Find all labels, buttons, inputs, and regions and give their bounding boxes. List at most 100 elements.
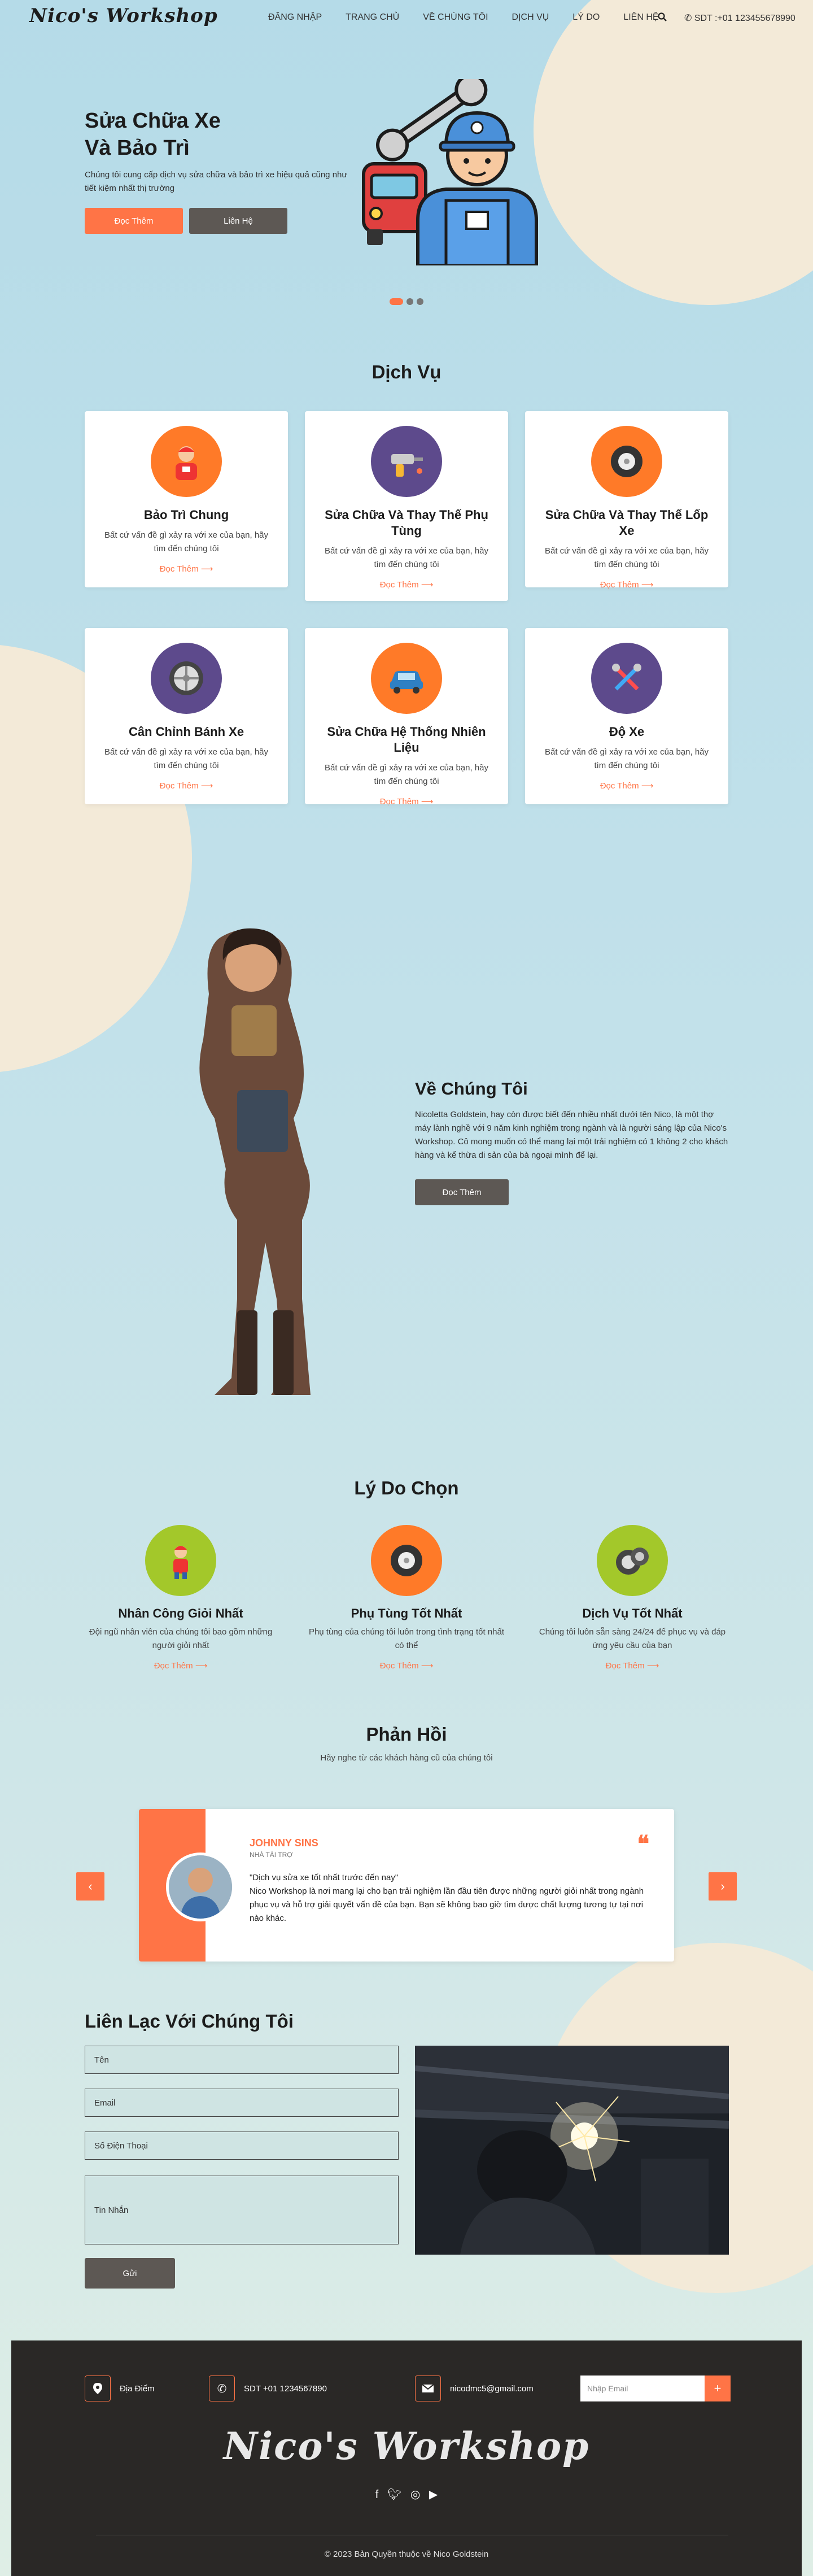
reason-item: Nhân Công Giỏi Nhất Đội ngũ nhân viên củ… [68, 1525, 294, 1671]
header-phone-text: SDT :+01 123455678990 [694, 14, 795, 23]
site-logo[interactable]: Nico's Workshop [29, 5, 218, 27]
footer-logo[interactable]: Nico's Workshop [11, 2424, 802, 2468]
testimonial-quote: "Dịch vụ sửa xe tốt nhất trước đến nay" [250, 1873, 399, 1882]
about-title: Về Chúng Tôi [415, 1079, 528, 1099]
carousel-dot[interactable] [390, 298, 403, 305]
phone-icon: ✆ [209, 2376, 235, 2401]
newsletter-submit-button[interactable]: + [705, 2376, 731, 2401]
service-text: Bất cứ vấn đề gì xảy ra với xe của bạn, … [324, 546, 489, 569]
service-text: Bất cứ vấn đề gì xảy ra với xe của bạn, … [104, 747, 269, 770]
testimonial-card: JOHNNY SINS NHÀ TÀI TRỢ ❝ "Dịch vụ sửa x… [139, 1809, 674, 1962]
service-read-more-link[interactable]: Đọc Thêm ⟶ [305, 579, 508, 590]
reason-text: Đội ngũ nhân viên của chúng tôi bao gồm … [89, 1627, 273, 1650]
prev-arrow-button[interactable]: ‹ [76, 1872, 104, 1901]
reason-read-more-link[interactable]: Đọc Thêm ⟶ [519, 1660, 745, 1671]
services-title: Dịch Vụ [371, 361, 442, 382]
service-read-more-link[interactable]: Đọc Thêm ⟶ [305, 796, 508, 807]
service-read-more-link[interactable]: Đọc Thêm ⟶ [525, 579, 728, 590]
twitter-icon[interactable]: 🐦︎ [387, 2488, 401, 2501]
reason-read-more-link[interactable]: Đọc Thêm ⟶ [294, 1660, 519, 1671]
mechanic-illustration [362, 79, 538, 265]
testimonial-text: "Dịch vụ sửa xe tốt nhất trước đến nay" … [250, 1871, 645, 1925]
wheels-icon [597, 1525, 668, 1596]
service-card: Sửa Chữa Và Thay Thế Phụ Tùng Bất cứ vấn… [305, 411, 508, 601]
service-card: Cân Chỉnh Bánh Xe Bất cứ vấn đề gì xảy r… [85, 628, 288, 804]
search-icon[interactable] [658, 12, 667, 24]
footer-location-text: Địa Điểm [120, 2383, 155, 2394]
welding-photo [415, 2046, 729, 2255]
footer-location[interactable]: Địa Điểm [85, 2376, 155, 2401]
reason-item: Dịch Vụ Tốt Nhất Chúng tôi luôn sẵn sàng… [519, 1525, 745, 1671]
hero-contact-button[interactable]: Liên Hệ [189, 208, 287, 234]
email-field[interactable]: Email [85, 2089, 399, 2117]
tire-icon [371, 1525, 442, 1596]
social-links: f 🐦︎ ◎ ▶ [11, 2487, 802, 2501]
nav-reasons[interactable]: LÝ DO [572, 12, 600, 23]
footer-email[interactable]: nicodmc5@gmail.com [415, 2376, 534, 2401]
hero-carousel-dots [390, 298, 423, 305]
avatar [166, 1853, 235, 1921]
name-field[interactable]: Tên [85, 2046, 399, 2074]
carousel-dot[interactable] [417, 298, 423, 305]
service-title: Độ Xe [609, 725, 645, 739]
tools-icon [591, 643, 662, 714]
reasons-title: Lý Do Chọn [354, 1477, 459, 1498]
footer-phone[interactable]: ✆ SDT +01 1234567890 [209, 2376, 327, 2401]
newsletter-email-input[interactable]: Nhập Email [580, 2376, 706, 2401]
hero-read-more-button[interactable]: Đọc Thêm [85, 208, 183, 234]
location-pin-icon [85, 2376, 111, 2401]
phone-icon: ✆ [684, 14, 692, 23]
header: Nico's Workshop ĐĂNG NHẬP TRANG CHỦ VỀ C… [0, 0, 813, 37]
message-field[interactable]: Tin Nhắn [85, 2176, 399, 2244]
service-card: Sửa Chữa Hệ Thống Nhiên Liệu Bất cứ vấn … [305, 628, 508, 807]
nav-services[interactable]: DỊCH VỤ [512, 12, 549, 23]
instagram-icon[interactable]: ◎ [410, 2488, 420, 2501]
service-card: Độ Xe Bất cứ vấn đề gì xảy ra với xe của… [525, 628, 728, 804]
service-read-more-link[interactable]: Đọc Thêm ⟶ [85, 564, 288, 574]
reason-read-more-link[interactable]: Đọc Thêm ⟶ [68, 1660, 294, 1671]
phone-field[interactable]: Số Điện Thoại [85, 2132, 399, 2160]
nav-login[interactable]: ĐĂNG NHẬP [268, 12, 322, 23]
service-card: Bảo Trì Chung Bất cứ vấn đề gì xảy ra vớ… [85, 411, 288, 587]
tire-icon [591, 426, 662, 497]
reason-item: Phụ Tùng Tốt Nhất Phụ tùng của chúng tôi… [294, 1525, 519, 1671]
testimonial-role: NHÀ TÀI TRỢ [250, 1851, 293, 1859]
reason-text: Phụ tùng của chúng tôi luôn trong tình t… [308, 1627, 505, 1650]
mail-icon [415, 2376, 441, 2401]
send-button[interactable]: Gửi [85, 2258, 175, 2289]
nav-about[interactable]: VỀ CHÚNG TÔI [423, 12, 488, 23]
wheel-rim-icon [151, 643, 222, 714]
page: Nico's Workshop ĐĂNG NHẬP TRANG CHỦ VỀ C… [0, 0, 813, 2576]
car-icon [371, 643, 442, 714]
founder-photo [199, 928, 311, 1395]
drill-icon [371, 426, 442, 497]
carousel-dot[interactable] [406, 298, 413, 305]
service-title: Cân Chỉnh Bánh Xe [128, 725, 244, 739]
feedback-title: Phản Hồi [366, 1724, 447, 1745]
reason-title: Nhân Công Giỏi Nhất [118, 1606, 243, 1620]
about-read-more-button[interactable]: Đọc Thêm [415, 1179, 509, 1205]
service-title: Sửa Chữa Và Thay Thế Lốp Xe [545, 508, 709, 538]
testimonial-body: Nico Workshop là nơi mang lại cho bạn tr… [250, 1886, 644, 1923]
facebook-icon[interactable]: f [375, 2488, 379, 2501]
service-title: Sửa Chữa Và Thay Thế Phụ Tùng [325, 508, 488, 538]
contact-title: Liên Lạc Với Chúng Tôi [85, 2011, 294, 2032]
next-arrow-button[interactable]: › [709, 1872, 737, 1901]
service-text: Bất cứ vấn đề gì xảy ra với xe của bạn, … [544, 747, 709, 770]
service-text: Bất cứ vấn đề gì xảy ra với xe của bạn, … [544, 546, 709, 569]
copyright: © 2023 Bản Quyền thuộc về Nico Goldstein [324, 2549, 489, 2559]
worker-icon [145, 1525, 216, 1596]
service-read-more-link[interactable]: Đọc Thêm ⟶ [525, 781, 728, 791]
service-text: Bất cứ vấn đề gì xảy ra với xe của bạn, … [104, 530, 269, 553]
youtube-icon[interactable]: ▶ [429, 2488, 438, 2501]
service-title: Sửa Chữa Hệ Thống Nhiên Liệu [327, 725, 486, 755]
mechanic-icon [151, 426, 222, 497]
footer-phone-text: SDT +01 1234567890 [244, 2383, 327, 2394]
nav-home[interactable]: TRANG CHỦ [346, 12, 399, 23]
main-nav: ĐĂNG NHẬP TRANG CHỦ VỀ CHÚNG TÔI DỊCH VỤ… [268, 12, 683, 23]
service-read-more-link[interactable]: Đọc Thêm ⟶ [85, 781, 288, 791]
service-card: Sửa Chữa Và Thay Thế Lốp Xe Bất cứ vấn đ… [525, 411, 728, 590]
footer: Địa Điểm ✆ SDT +01 1234567890 nicodmc5@g… [11, 2340, 802, 2576]
reason-text: Chúng tôi luôn sẵn sàng 24/24 để phục vụ… [539, 1627, 726, 1650]
nav-contact[interactable]: LIÊN HỆ [623, 12, 658, 23]
